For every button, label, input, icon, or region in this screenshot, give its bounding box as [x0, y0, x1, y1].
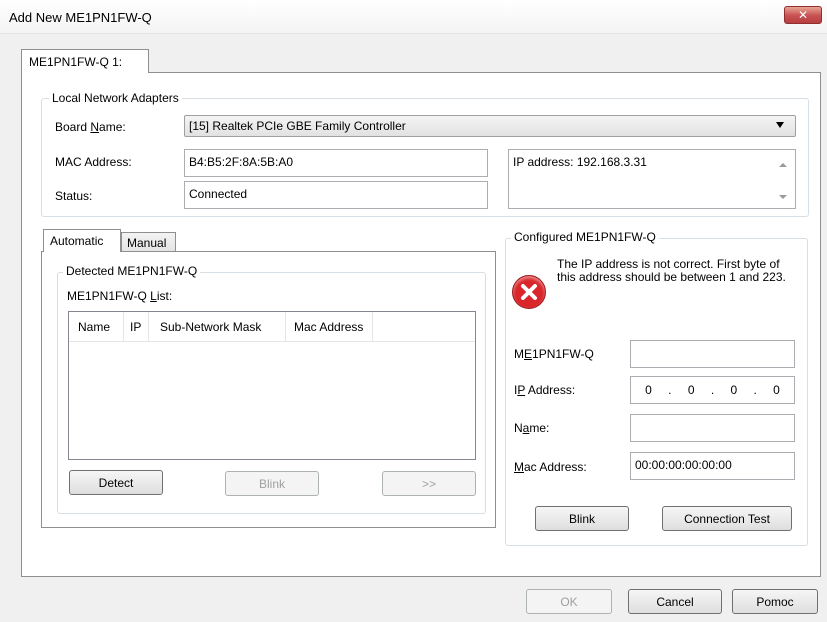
scroll-down-icon[interactable]: [779, 195, 787, 199]
ok-button[interactable]: OK: [526, 589, 612, 614]
detected-legend: Detected ME1PN1FW-Q: [63, 264, 201, 278]
device-name-label: ME1PN1FW-Q: [514, 347, 594, 361]
device-list-label: ME1PN1FW-Q List:: [67, 289, 173, 303]
column-name[interactable]: Name: [78, 320, 110, 334]
mac-address-config-input[interactable]: 00:00:00:00:00:00: [630, 452, 795, 480]
tab-automatic[interactable]: Automatic: [43, 229, 121, 252]
status-field: Connected: [184, 181, 488, 209]
close-icon: ✕: [797, 8, 809, 22]
status-value: Connected: [189, 187, 248, 201]
tab-manual[interactable]: Manual: [121, 232, 176, 252]
error-icon: [512, 275, 546, 309]
blink-button-label: Blink: [568, 511, 595, 526]
cancel-button[interactable]: Cancel: [628, 589, 722, 614]
ip-octet-3: 0: [730, 383, 738, 397]
ip-separator: .: [710, 383, 715, 397]
mac-address-value: B4:B5:2F:8A:5B:A0: [189, 155, 294, 169]
status-label: Status:: [55, 189, 93, 203]
mac-address-label: MAC Address:: [55, 155, 132, 169]
ip-separator: .: [668, 383, 672, 397]
board-name-select[interactable]: [15] Realtek PCIe GBE Family Controller: [184, 115, 796, 137]
transfer-button[interactable]: >>: [382, 471, 476, 496]
detect-button-label: Detect: [98, 475, 134, 490]
error-cross-icon: [521, 284, 537, 300]
mac-address-field: B4:B5:2F:8A:5B:A0: [184, 149, 488, 177]
window-title: Add New ME1PN1FW-Q: [9, 10, 152, 25]
board-name-value: [15] Realtek PCIe GBE Family Controller: [189, 119, 406, 133]
local-adapters-legend: Local Network Adapters: [49, 91, 182, 105]
close-button[interactable]: ✕: [784, 6, 822, 24]
blink-button-disabled[interactable]: Blink: [225, 471, 319, 496]
ip-address-box[interactable]: IP address: 192.168.3.31: [508, 149, 796, 209]
connection-test-button-label: Connection Test: [684, 511, 770, 526]
ip-octet-4: 0: [773, 383, 780, 397]
blink-button-disabled-label: Blink: [258, 476, 285, 491]
help-button[interactable]: Pomoc: [732, 589, 818, 614]
tab-device-1[interactable]: ME1PN1FW-Q 1:: [21, 49, 149, 73]
error-message: The IP address is not correct. First byt…: [557, 257, 786, 284]
detect-button[interactable]: Detect: [69, 470, 163, 495]
configured-legend: Configured ME1PN1FW-Q: [511, 230, 659, 244]
ip-address-value: 192.168.3.31: [576, 155, 647, 169]
column-divider: [148, 312, 149, 342]
mac-address-config-value: 00:00:00:00:00:00: [635, 458, 732, 472]
scroll-up-icon[interactable]: [779, 163, 787, 167]
transfer-button-label: >>: [421, 476, 436, 491]
column-divider: [123, 312, 124, 342]
tab-device-1-label: ME1PN1FW-Q 1:: [29, 55, 123, 69]
board-name-label: Board Name:: [55, 120, 126, 134]
chevron-down-icon: [776, 122, 784, 128]
column-mac-address[interactable]: Mac Address: [294, 320, 363, 334]
blink-button[interactable]: Blink: [535, 506, 629, 531]
ok-button-label: OK: [560, 594, 578, 609]
column-ip[interactable]: IP: [130, 320, 141, 334]
connection-test-button[interactable]: Connection Test: [662, 506, 792, 531]
name-label: Name:: [514, 421, 550, 435]
ip-address-config-label: IP Address:: [514, 383, 576, 397]
ip-octet-1: 0: [645, 383, 652, 397]
column-divider: [372, 312, 373, 342]
name-input[interactable]: [630, 414, 795, 442]
column-divider: [285, 312, 286, 342]
tab-manual-label: Manual: [127, 236, 167, 250]
ip-address-label: IP address:: [513, 155, 574, 169]
ip-octet-2: 0: [687, 383, 695, 397]
column-subnet-mask[interactable]: Sub-Network Mask: [160, 320, 261, 334]
mac-address-config-label: Mac Address:: [514, 460, 587, 474]
device-name-input[interactable]: [630, 340, 795, 368]
ip-separator: .: [753, 383, 757, 397]
cancel-button-label: Cancel: [656, 594, 694, 609]
tab-join: [44, 251, 120, 253]
ip-address-config-input[interactable]: 0 . 0 . 0 . 0: [630, 376, 795, 404]
help-button-label: Pomoc: [756, 594, 794, 609]
tab-automatic-label: Automatic: [50, 234, 104, 248]
